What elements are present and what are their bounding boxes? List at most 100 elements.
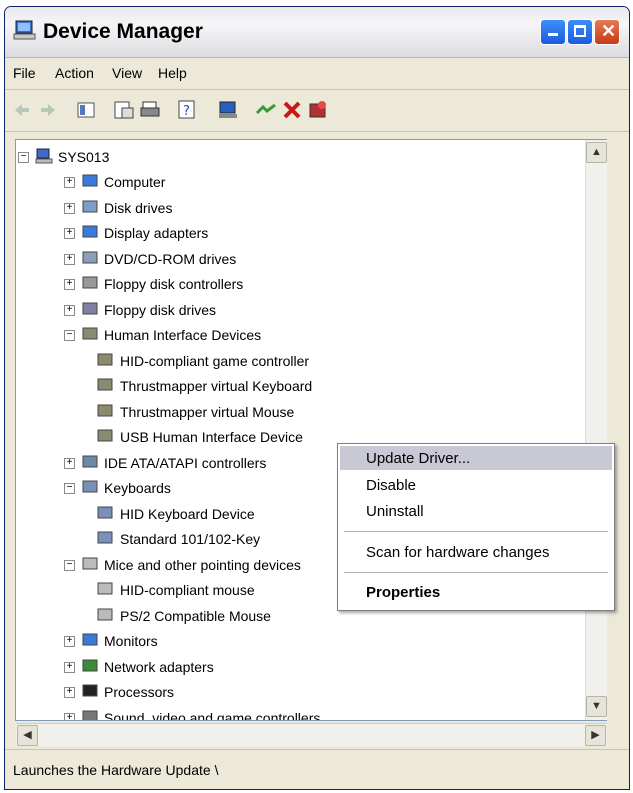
device-icon	[82, 251, 98, 263]
tree-item-label: Sound, video and game controllers	[104, 709, 321, 721]
menu-action[interactable]: Action	[55, 65, 94, 81]
computer-icon	[35, 148, 53, 164]
back-arrow-icon[interactable]	[11, 99, 33, 121]
device-icon	[82, 174, 98, 187]
scroll-down-button[interactable]: ▼	[586, 696, 607, 717]
print-icon[interactable]	[139, 99, 161, 121]
scroll-left-button[interactable]: ◀	[17, 725, 38, 746]
minimize-button[interactable]	[540, 19, 566, 45]
status-bar: Launches the Hardware Update \	[5, 749, 629, 789]
tree-item-label: Computer	[104, 174, 166, 190]
expand-toggle[interactable]: +	[64, 712, 75, 720]
device-icon	[82, 276, 98, 289]
scroll-right-button[interactable]: ▶	[585, 725, 606, 746]
tree-item-label: IDE ATA/ATAPI controllers	[104, 454, 267, 471]
status-text: Launches the Hardware Update \	[13, 762, 219, 778]
expand-toggle[interactable]: +	[64, 636, 75, 647]
uninstall-icon[interactable]	[281, 99, 303, 121]
collapse-toggle[interactable]: −	[64, 330, 75, 341]
uninstall-menu-item[interactable]: Uninstall	[366, 503, 424, 520]
menu-file[interactable]: File	[13, 65, 36, 81]
tree-item-label: Keyboards	[104, 480, 171, 496]
expand-toggle[interactable]: +	[64, 228, 75, 239]
menu-separator	[344, 572, 608, 573]
device-icon	[82, 480, 98, 493]
help-icon[interactable]: ?	[177, 99, 199, 121]
menu-separator	[344, 531, 608, 532]
device-tree[interactable]: − SYS013 + Computer + Disk drives + Display a…	[15, 139, 607, 721]
tree-item-label: Thrustmapper virtual Mouse	[120, 403, 295, 420]
svg-text:?: ?	[183, 104, 190, 119]
tree-item-label: PS/2 Compatible Mouse	[120, 607, 271, 624]
close-button[interactable]: ✕	[594, 19, 620, 45]
computer-icon	[13, 20, 36, 40]
tree-item-label: DVD/CD-ROM drives	[104, 250, 237, 267]
tree-item-label: HID Keyboard Device	[120, 505, 255, 522]
console-tree-icon[interactable]	[75, 99, 97, 121]
tree-item-label: Processors	[104, 684, 175, 700]
device-manager-window: Device Manager ✕ File Action View Help ?…	[4, 6, 630, 790]
title-bar[interactable]: Device Manager ✕	[5, 7, 629, 58]
expand-toggle[interactable]: +	[64, 177, 75, 188]
tree-item-label: Disk drives	[104, 199, 173, 216]
context-menu: Update Driver... Disable Uninstall Scan …	[337, 443, 615, 611]
tree-item-label: Display adapters	[104, 225, 209, 241]
menu-help[interactable]: Help	[158, 65, 187, 81]
scan-hardware-icon[interactable]	[217, 99, 239, 121]
device-icon	[97, 378, 113, 391]
window-title: Device Manager	[43, 20, 203, 43]
toolbar: ?	[5, 91, 629, 132]
disable-menu-item[interactable]: Disable	[366, 477, 416, 494]
scroll-up-button[interactable]: ▲	[586, 142, 607, 163]
device-icon	[97, 353, 113, 365]
collapse-toggle[interactable]: −	[18, 152, 29, 163]
device-icon	[82, 659, 98, 671]
menu-bar: File Action View Help	[5, 59, 629, 90]
device-icon	[97, 531, 113, 544]
forward-arrow-icon[interactable]	[37, 99, 59, 121]
device-icon	[82, 684, 98, 697]
device-icon	[97, 506, 113, 518]
device-icon	[97, 582, 113, 595]
device-icon	[97, 404, 113, 416]
expand-toggle[interactable]: +	[64, 457, 75, 469]
collapse-toggle[interactable]: −	[64, 483, 75, 494]
properties-menu-item[interactable]: Properties	[366, 584, 440, 601]
tree-item-label: USB Human Interface Device	[120, 429, 303, 445]
device-icon	[82, 557, 98, 569]
update-driver-icon[interactable]	[255, 99, 277, 121]
device-icon	[82, 455, 98, 467]
menu-view[interactable]: View	[112, 65, 142, 81]
scan-hardware-menu-item[interactable]: Scan for hardware changes	[366, 544, 549, 561]
expand-toggle[interactable]: +	[64, 687, 75, 698]
expand-toggle[interactable]: +	[64, 661, 75, 673]
device-icon	[82, 327, 98, 340]
tree-item-label: Floppy disk drives	[104, 301, 217, 318]
expand-toggle[interactable]: +	[64, 279, 75, 290]
tree-item-label: HID-compliant game controller	[120, 352, 310, 369]
tree-item-label: Network adapters	[104, 658, 214, 675]
device-icon	[97, 429, 113, 442]
device-icon	[82, 302, 98, 314]
device-icon	[82, 200, 98, 212]
tree-item-label: Standard 101/102-Key	[120, 531, 261, 547]
disable-icon[interactable]	[307, 99, 329, 121]
horizontal-scrollbar[interactable]: ◀ ▶	[16, 723, 607, 746]
maximize-button[interactable]	[567, 19, 593, 45]
device-icon	[97, 608, 113, 620]
tree-item-label: Human Interface Devices	[104, 327, 262, 343]
device-icon	[82, 225, 98, 238]
expand-toggle[interactable]: +	[64, 253, 75, 265]
device-icon	[82, 633, 98, 646]
properties-icon[interactable]	[113, 99, 135, 121]
expand-toggle[interactable]: +	[64, 202, 75, 214]
tree-item-label: HID-compliant mouse	[120, 582, 255, 598]
vertical-scrollbar[interactable]: ▲ ▼	[585, 140, 607, 720]
expand-toggle[interactable]: +	[64, 304, 75, 316]
collapse-toggle[interactable]: −	[64, 559, 75, 571]
tree-item-label: Mice and other pointing devices	[104, 556, 301, 573]
tree-root-label: SYS013	[58, 149, 110, 165]
tree-item-label: Monitors	[104, 633, 158, 649]
tree-item-label: Thrustmapper virtual Keyboard	[120, 378, 313, 394]
update-driver-menu-item[interactable]: Update Driver...	[366, 450, 470, 467]
